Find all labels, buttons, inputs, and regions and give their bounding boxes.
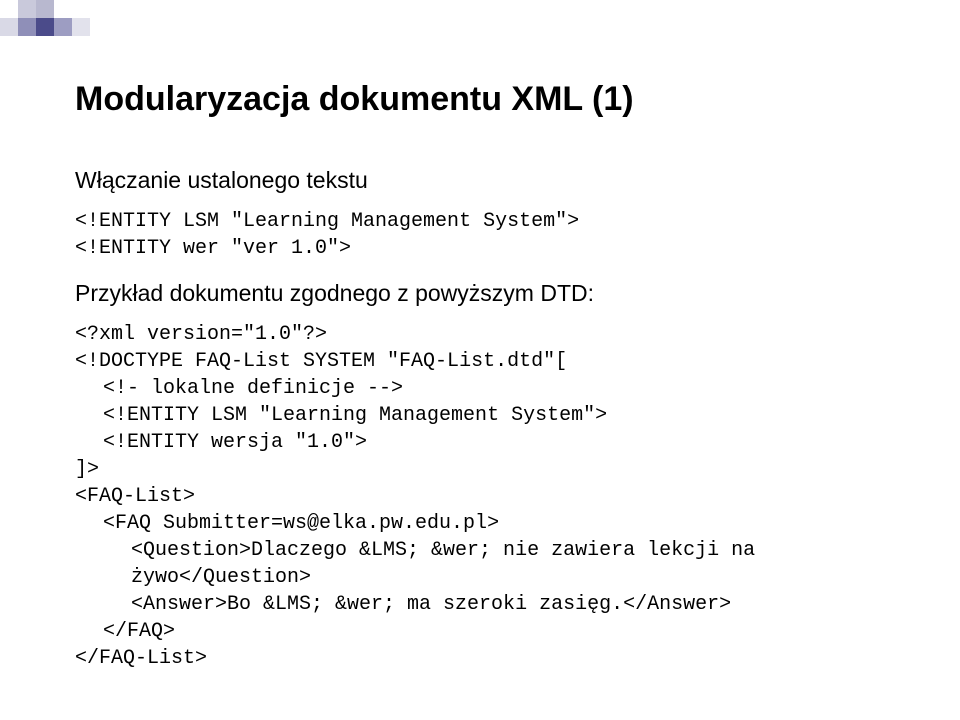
- code-line: </FAQ-List>: [75, 647, 207, 670]
- slide-corner-decoration: [0, 0, 100, 50]
- slide-title: Modularyzacja dokumentu XML (1): [75, 80, 900, 119]
- code-line: <FAQ-List>: [75, 485, 195, 508]
- code-line: <!ENTITY wer "ver 1.0">: [75, 237, 351, 260]
- section-heading-2: Przykład dokumentu zgodnego z powyższym …: [75, 280, 900, 307]
- code-line: żywo</Question>: [75, 566, 311, 589]
- section-heading-1: Włączanie ustalonego tekstu: [75, 167, 900, 194]
- code-block-2: <?xml version="1.0"?> <!DOCTYPE FAQ-List…: [75, 321, 900, 672]
- code-line: <!ENTITY wersja "1.0">: [75, 431, 367, 454]
- code-line: <Answer>Bo &LMS; &wer; ma szeroki zasięg…: [75, 593, 731, 616]
- code-line: <!- lokalne definicje -->: [75, 377, 403, 400]
- code-line: ]>: [75, 458, 99, 481]
- code-block-1: <!ENTITY LSM "Learning Management System…: [75, 208, 900, 262]
- code-line: <Question>Dlaczego &LMS; &wer; nie zawie…: [75, 539, 755, 562]
- code-line: <!DOCTYPE FAQ-List SYSTEM "FAQ-List.dtd"…: [75, 350, 567, 373]
- code-line: <!ENTITY LSM "Learning Management System…: [75, 210, 579, 233]
- code-line: <!ENTITY LSM "Learning Management System…: [75, 404, 607, 427]
- code-line: </FAQ>: [75, 620, 175, 643]
- code-line: <FAQ Submitter=ws@elka.pw.edu.pl>: [75, 512, 499, 535]
- slide-content: Modularyzacja dokumentu XML (1) Włączani…: [75, 80, 900, 690]
- code-line: <?xml version="1.0"?>: [75, 323, 327, 346]
